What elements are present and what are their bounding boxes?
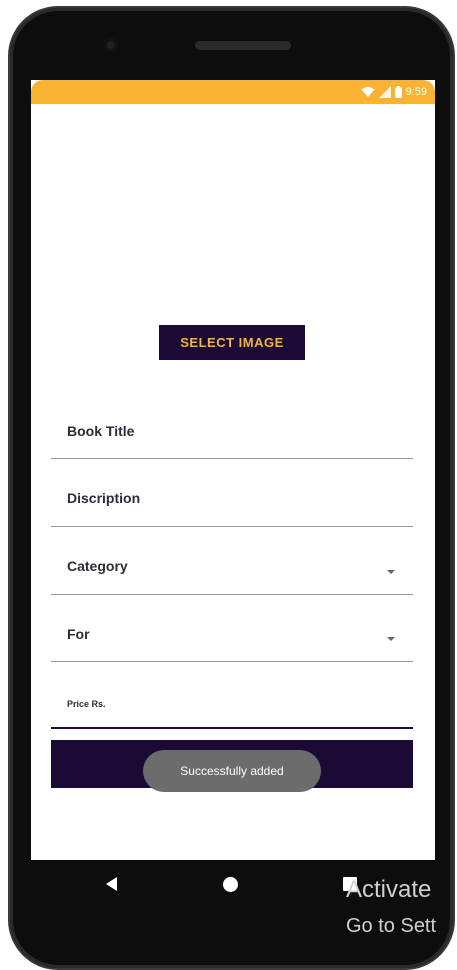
status-icons: 9:59 [361, 83, 427, 101]
chevron-down-icon [387, 570, 395, 574]
chevron-down-icon [387, 637, 395, 641]
watermark-line1: Activate [346, 876, 432, 903]
home-icon[interactable] [223, 877, 238, 892]
status-time: 9:59 [405, 86, 427, 98]
category-dropdown[interactable]: Category [51, 542, 413, 595]
earpiece-speaker [195, 41, 291, 50]
front-camera-icon [104, 38, 118, 52]
status-bar: 9:59 [31, 80, 435, 104]
description-field[interactable]: Discription [51, 474, 413, 527]
toast-message: Successfully added [143, 750, 321, 792]
for-label: For [67, 626, 90, 642]
book-title-placeholder: Book Title [67, 423, 135, 439]
back-icon[interactable] [106, 877, 117, 891]
price-placeholder: Price Rs. [67, 699, 106, 709]
category-label: Category [67, 558, 128, 574]
app-screen: 9:59 SELECT IMAGE Book Title Discription… [31, 80, 435, 860]
signal-icon [378, 86, 391, 98]
price-field[interactable]: Price Rs. [51, 675, 413, 729]
for-dropdown[interactable]: For [51, 609, 413, 662]
book-title-field[interactable]: Book Title [51, 406, 413, 459]
select-image-button[interactable]: SELECT IMAGE [159, 325, 305, 360]
wifi-icon [361, 87, 375, 97]
battery-icon [394, 86, 402, 98]
watermark-line2: Go to Sett [346, 915, 437, 937]
description-placeholder: Discription [67, 490, 141, 506]
activate-windows-watermark: Activate Go to Sett [346, 876, 436, 938]
